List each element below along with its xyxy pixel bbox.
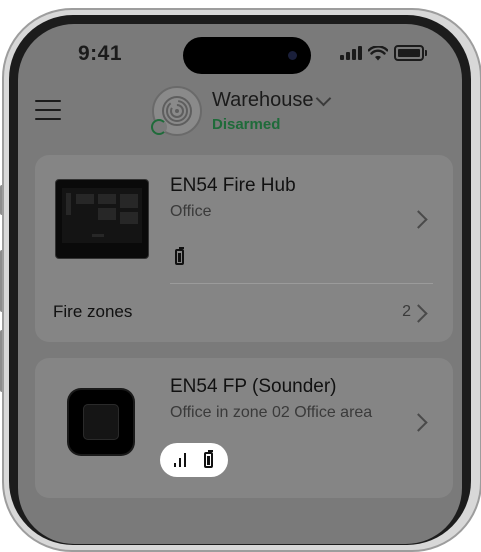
hub-status: Disarmed (212, 116, 281, 133)
device-room: Office (170, 203, 212, 220)
front-camera (288, 51, 297, 60)
signal-strength-icon (174, 451, 186, 467)
chevron-right-icon (409, 210, 428, 229)
sounder-status-highlight (160, 443, 228, 477)
battery-icon (204, 450, 213, 468)
battery-icon (175, 247, 184, 265)
cellular-signal-icon (340, 46, 362, 60)
fire-hub-image (55, 179, 149, 259)
chevron-right-icon (409, 304, 428, 323)
device-card-fire-hub[interactable]: EN54 Fire Hub Office Fire zones 2 (35, 155, 453, 342)
device-name: EN54 Fire Hub (170, 175, 296, 196)
status-icons (340, 45, 427, 61)
wifi-icon (368, 45, 388, 60)
sync-icon (151, 119, 167, 135)
device-name: EN54 FP (Sounder) (170, 376, 337, 397)
sounder-image (69, 390, 133, 454)
fire-zones-label: Fire zones (53, 302, 133, 321)
device-card-sounder[interactable]: EN54 FP (Sounder) Office in zone 02 Offi… (35, 358, 453, 498)
menu-icon[interactable] (35, 100, 61, 120)
battery-icon (394, 45, 427, 61)
device-room: Office in zone 02 Office area (170, 404, 373, 421)
card-divider (170, 283, 433, 284)
fire-zones-row[interactable]: Fire zones 2 (35, 291, 453, 335)
hub-name[interactable]: Warehouse (212, 89, 314, 112)
chevron-right-icon (409, 413, 428, 432)
status-time: 9:41 (78, 42, 123, 65)
